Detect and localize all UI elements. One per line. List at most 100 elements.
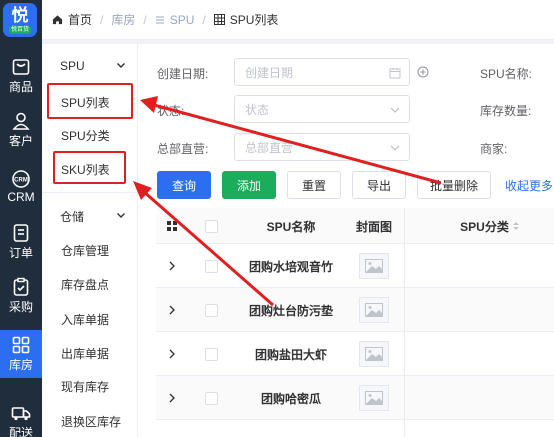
reset-button[interactable]: 重置 — [287, 171, 341, 199]
menu-item-return-stock[interactable]: 退换区库存 — [42, 407, 138, 435]
breadcrumb-separator: / — [143, 12, 147, 27]
expand-cell[interactable] — [162, 376, 182, 420]
expand-cell[interactable] — [162, 332, 182, 376]
menu-item-stock-count[interactable]: 库存盘点 — [42, 270, 138, 298]
status-select[interactable]: 状态 — [234, 95, 410, 123]
rail-label: 订单 — [8, 246, 33, 260]
checkbox-cell[interactable] — [196, 288, 226, 332]
query-button[interactable]: 查询 — [157, 171, 211, 199]
breadcrumb-current: SPU列表 — [213, 11, 279, 28]
row-checkbox[interactable] — [204, 347, 218, 361]
export-button[interactable]: 导出 — [352, 171, 406, 199]
rail-label: 客户 — [8, 134, 33, 148]
rail-item-purchase[interactable]: 采购 — [0, 272, 42, 320]
menu-item-label: 退换区库存 — [61, 414, 122, 429]
spu-name-cell: 团购盐田大虾 — [254, 347, 327, 362]
menu-item-spu-category[interactable]: SPU分类 — [42, 121, 138, 149]
chevron-right-icon[interactable] — [168, 349, 176, 359]
director-label: 总部直营: — [157, 142, 209, 156]
image-placeholder-icon — [359, 341, 389, 367]
logo-glyph: 悦 — [11, 5, 29, 25]
rail-item-crm[interactable]: CRM CRM — [0, 162, 42, 210]
column-spu-category[interactable]: SPU分类 — [426, 208, 554, 244]
spu-name-label: SPU名称: — [480, 67, 533, 81]
app-root: 悦 悦百货 商品 客户 CRM CRM 订单 采购 库房 配送 首页 / 库房 … — [0, 0, 554, 437]
table-row[interactable]: 团购灶台防污垫 — [156, 288, 554, 332]
rail-label: 库房 — [8, 358, 33, 372]
created-date-placeholder: 创建日期 — [245, 65, 294, 80]
truck-icon — [11, 407, 31, 421]
director-placeholder: 总部直营 — [245, 140, 294, 155]
rail-item-orders[interactable]: 订单 — [0, 218, 42, 266]
box-icon — [12, 59, 30, 75]
menu-group-spu[interactable]: SPU — [42, 52, 138, 80]
select-all-checkbox[interactable] — [204, 219, 218, 233]
order-icon — [13, 224, 29, 242]
created-date-label: 创建日期: — [157, 67, 209, 81]
menu-item-label: 仓库管理 — [61, 243, 110, 258]
table-row[interactable]: 团购哈密瓜 — [156, 376, 554, 420]
checkbox-cell[interactable] — [196, 376, 226, 420]
merchant-label: 商家: — [480, 142, 508, 156]
created-date-picker[interactable]: 创建日期 — [234, 58, 410, 86]
app-logo[interactable]: 悦 悦百货 — [3, 3, 37, 37]
table-grid-icon — [213, 14, 225, 25]
chevron-down-icon — [390, 145, 400, 151]
breadcrumb-current-label: SPU列表 — [229, 13, 279, 27]
stock-qty-label: 库存数量: — [480, 104, 532, 118]
rail-item-warehouse[interactable]: 库房 — [0, 330, 42, 378]
select-all-cell[interactable] — [196, 208, 226, 244]
image-placeholder-icon — [359, 297, 389, 323]
chevron-right-icon[interactable] — [168, 393, 176, 403]
add-circle-icon[interactable] — [417, 66, 429, 78]
cover-image-cell — [348, 288, 400, 332]
row-checkbox[interactable] — [204, 303, 218, 317]
main-nav-rail: 悦 悦百货 商品 客户 CRM CRM 订单 采购 库房 配送 — [0, 0, 42, 437]
rail-item-delivery[interactable]: 配送 — [0, 398, 42, 437]
menu-item-current-stock[interactable]: 现有库存 — [42, 372, 138, 400]
status-placeholder: 状态 — [245, 102, 270, 117]
menu-item-outbound-orders[interactable]: 出库单据 — [42, 339, 138, 367]
menu-group-warehouse[interactable]: 仓储 — [42, 202, 138, 230]
home-icon — [52, 15, 63, 25]
cover-image-cell — [348, 244, 400, 288]
column-settings[interactable] — [162, 208, 182, 244]
rail-item-goods[interactable]: 商品 — [0, 52, 42, 100]
chevron-right-icon[interactable] — [168, 305, 176, 315]
batch-delete-button[interactable]: 批量删除 — [417, 171, 491, 199]
spu-name-cell: 团购灶台防污垫 — [248, 303, 333, 318]
rail-item-customers[interactable]: 客户 — [0, 106, 42, 154]
menu-group-label: SPU — [60, 59, 85, 73]
director-select[interactable]: 总部直营 — [234, 133, 410, 161]
annotation-box-spu-list — [47, 83, 133, 119]
menu-item-label: 入库单据 — [61, 312, 110, 327]
chevron-down-icon — [117, 63, 125, 68]
expand-cell[interactable] — [162, 288, 182, 332]
column-spu-name: SPU名称 — [266, 219, 316, 234]
sort-icon[interactable] — [512, 221, 520, 231]
chevron-right-icon[interactable] — [168, 261, 176, 271]
row-checkbox[interactable] — [204, 391, 218, 405]
collapse-more-link[interactable]: 收起更多 — [505, 177, 553, 194]
table-row[interactable]: 团购盐田大虾 — [156, 332, 554, 376]
menu-item-warehouse-mgmt[interactable]: 仓库管理 — [42, 236, 138, 264]
breadcrumb-level1[interactable]: 库房 — [111, 11, 135, 28]
breadcrumb-home[interactable]: 首页 — [52, 11, 92, 28]
chevron-down-icon — [117, 213, 125, 218]
row-checkbox[interactable] — [204, 259, 218, 273]
breadcrumb-level2[interactable]: SPU — [155, 13, 194, 27]
expand-cell[interactable] — [162, 244, 182, 288]
warehouse-grid-icon — [12, 336, 30, 354]
menu-item-inbound-orders[interactable]: 入库单据 — [42, 305, 138, 333]
checkbox-cell[interactable] — [196, 332, 226, 376]
spu-name-cell: 团购哈密瓜 — [260, 391, 321, 406]
logo-subtitle: 悦百货 — [8, 25, 31, 34]
table-row[interactable]: 团购水培观音竹 — [156, 244, 554, 288]
breadcrumb-separator: / — [202, 12, 206, 27]
table-header: SPU名称 封面图 SPU分类 — [156, 208, 554, 244]
status-label: 状态: — [157, 104, 185, 118]
breadcrumb-separator: / — [100, 12, 104, 27]
checkbox-cell[interactable] — [196, 244, 226, 288]
chevron-down-icon — [390, 107, 400, 113]
add-button[interactable]: 添加 — [222, 171, 276, 199]
